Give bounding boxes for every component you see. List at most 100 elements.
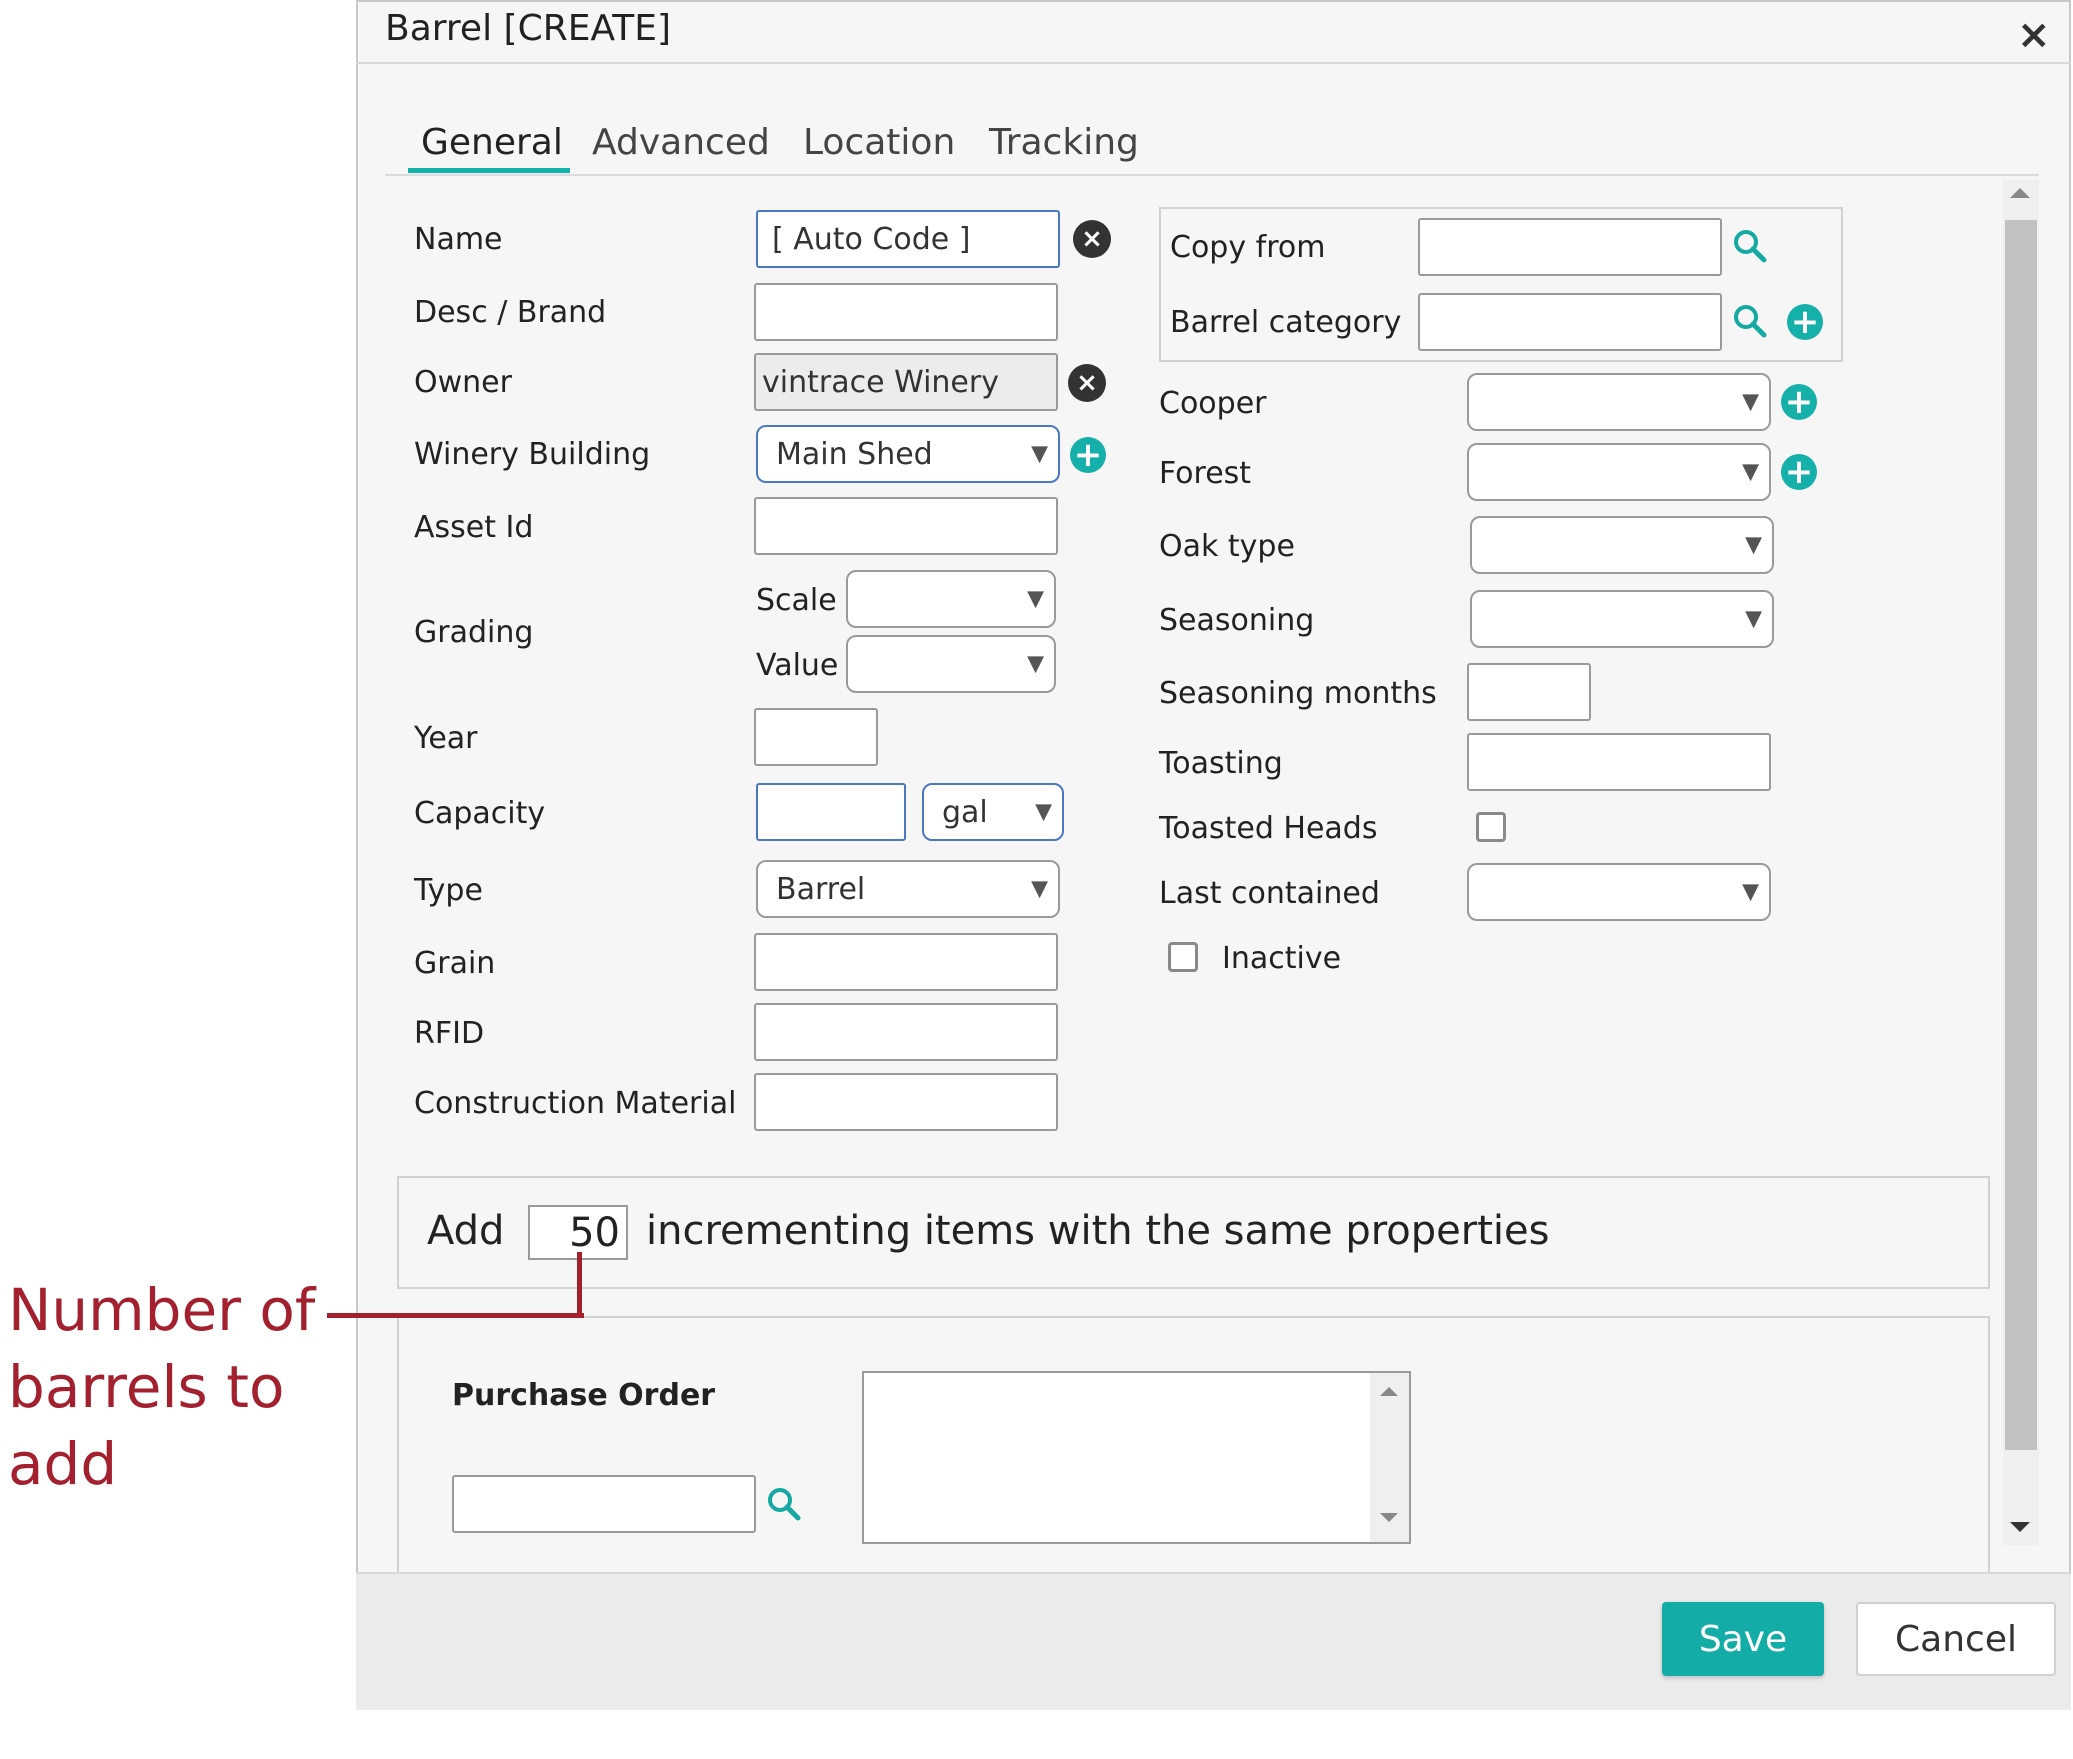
- scroll-down-icon[interactable]: [2010, 1522, 2030, 1532]
- annotation-line-1: Number of: [8, 1276, 316, 1344]
- owner-input[interactable]: vintrace Winery: [754, 353, 1058, 411]
- annotation-line-2: barrels to: [8, 1353, 285, 1421]
- owner-label: Owner: [414, 365, 512, 400]
- active-tab-indicator: [408, 168, 570, 173]
- capacity-input[interactable]: [756, 783, 906, 841]
- add-cooper-icon[interactable]: +: [1781, 384, 1817, 420]
- forest-label: Forest: [1159, 456, 1252, 491]
- dropdown-arrow-icon: ▼: [1742, 389, 1759, 415]
- rfid-label: RFID: [414, 1016, 485, 1051]
- last-contained-select[interactable]: ▼: [1467, 863, 1771, 921]
- barrel-category-label: Barrel category: [1170, 305, 1402, 340]
- forest-select[interactable]: ▼: [1467, 443, 1771, 501]
- winery-building-select[interactable]: Main Shed ▼: [756, 425, 1060, 483]
- dropdown-arrow-icon: ▼: [1745, 606, 1762, 632]
- desc-brand-label: Desc / Brand: [414, 295, 607, 330]
- asset-id-label: Asset Id: [414, 510, 534, 545]
- name-value: [ Auto Code ]: [772, 221, 971, 257]
- scroll-up-icon[interactable]: [2010, 188, 2030, 198]
- add-prefix-text: Add: [427, 1208, 505, 1254]
- tabs-divider: [385, 174, 2039, 176]
- add-count-value: 50: [569, 1209, 620, 1256]
- search-icon[interactable]: [1732, 228, 1768, 264]
- dropdown-arrow-icon: ▼: [1035, 799, 1052, 825]
- year-label: Year: [414, 721, 478, 756]
- search-icon[interactable]: [1732, 303, 1768, 339]
- type-select[interactable]: Barrel ▼: [756, 860, 1060, 918]
- cooper-label: Cooper: [1159, 386, 1267, 421]
- tab-general[interactable]: General: [421, 122, 563, 163]
- construction-material-input[interactable]: [754, 1073, 1058, 1131]
- grading-scale-select[interactable]: ▼: [846, 570, 1056, 628]
- capacity-unit-select[interactable]: gal ▼: [922, 783, 1064, 841]
- type-value: Barrel: [776, 871, 866, 907]
- annotation-callout: Number of barrels to add: [8, 1272, 315, 1503]
- dropdown-arrow-icon: ▼: [1031, 876, 1048, 902]
- purchase-order-input[interactable]: [452, 1475, 756, 1533]
- annotation-connector-horizontal: [327, 1313, 584, 1318]
- tab-location[interactable]: Location: [803, 122, 955, 163]
- type-label: Type: [414, 873, 483, 908]
- value-label: Value: [756, 648, 839, 683]
- toasting-label: Toasting: [1159, 746, 1283, 781]
- inactive-label: Inactive: [1222, 941, 1342, 976]
- winery-building-label: Winery Building: [414, 437, 651, 472]
- scrollbar-thumb[interactable]: [2005, 220, 2037, 1450]
- clear-owner-icon[interactable]: ×: [1068, 364, 1106, 402]
- winery-building-value: Main Shed: [776, 436, 933, 472]
- add-building-icon[interactable]: +: [1070, 437, 1106, 473]
- dropdown-arrow-icon: ▼: [1742, 459, 1759, 485]
- close-icon[interactable]: ×: [2017, 12, 2051, 58]
- seasoning-months-label: Seasoning months: [1159, 676, 1437, 711]
- tab-advanced[interactable]: Advanced: [592, 122, 770, 163]
- cancel-button[interactable]: Cancel: [1856, 1602, 2056, 1676]
- asset-id-input[interactable]: [754, 497, 1058, 555]
- rfid-input[interactable]: [754, 1003, 1058, 1061]
- toasted-heads-label: Toasted Heads: [1159, 811, 1378, 846]
- inactive-checkbox[interactable]: [1168, 942, 1198, 972]
- purchase-order-label: Purchase Order: [452, 1378, 716, 1413]
- copy-from-label: Copy from: [1170, 230, 1326, 265]
- annotation-line-3: add: [8, 1430, 118, 1498]
- scroll-up-icon[interactable]: [1380, 1387, 1398, 1396]
- toasted-heads-checkbox[interactable]: [1476, 812, 1506, 842]
- capacity-unit-value: gal: [942, 794, 988, 830]
- add-barrel-category-icon[interactable]: +: [1787, 304, 1823, 340]
- grading-label: Grading: [414, 615, 534, 650]
- dropdown-arrow-icon: ▼: [1031, 441, 1048, 467]
- name-label: Name: [414, 222, 503, 257]
- desc-brand-input[interactable]: [754, 283, 1058, 341]
- oak-type-select[interactable]: ▼: [1470, 516, 1774, 574]
- seasoning-label: Seasoning: [1159, 603, 1315, 638]
- save-button[interactable]: Save: [1662, 1602, 1824, 1676]
- last-contained-label: Last contained: [1159, 876, 1380, 911]
- add-suffix-text: incrementing items with the same propert…: [646, 1208, 1550, 1254]
- search-icon[interactable]: [766, 1486, 802, 1522]
- dropdown-arrow-icon: ▼: [1742, 879, 1759, 905]
- owner-value: vintrace Winery: [762, 364, 999, 400]
- seasoning-select[interactable]: ▼: [1470, 590, 1774, 648]
- grading-value-select[interactable]: ▼: [846, 635, 1056, 693]
- dropdown-arrow-icon: ▼: [1027, 651, 1044, 677]
- dropdown-arrow-icon: ▼: [1027, 586, 1044, 612]
- grain-input[interactable]: [754, 933, 1058, 991]
- construction-material-label: Construction Material: [414, 1086, 737, 1121]
- year-input[interactable]: [754, 708, 878, 766]
- oak-type-label: Oak type: [1159, 529, 1295, 564]
- dropdown-arrow-icon: ▼: [1745, 532, 1762, 558]
- tab-tracking[interactable]: Tracking: [989, 122, 1139, 163]
- capacity-label: Capacity: [414, 796, 546, 831]
- copy-from-input[interactable]: [1418, 218, 1722, 276]
- seasoning-months-input[interactable]: [1467, 663, 1591, 721]
- cooper-select[interactable]: ▼: [1467, 373, 1771, 431]
- scale-label: Scale: [756, 583, 837, 618]
- barrel-category-input[interactable]: [1418, 293, 1722, 351]
- scroll-down-icon[interactable]: [1380, 1513, 1398, 1522]
- add-forest-icon[interactable]: +: [1781, 454, 1817, 490]
- purchase-order-list[interactable]: [862, 1371, 1411, 1544]
- annotation-connector-vertical: [577, 1252, 582, 1318]
- name-input[interactable]: [ Auto Code ]: [756, 210, 1060, 268]
- toasting-input[interactable]: [1467, 733, 1771, 791]
- grain-label: Grain: [414, 946, 496, 981]
- clear-name-icon[interactable]: ×: [1073, 220, 1111, 258]
